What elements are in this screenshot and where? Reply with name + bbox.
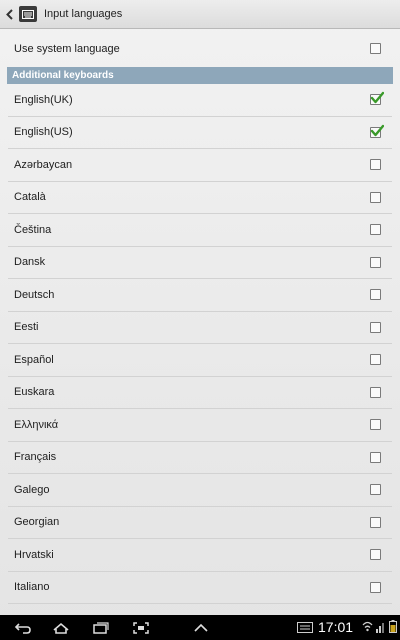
language-row[interactable]: Català [8, 182, 392, 214]
back-nav-button[interactable] [10, 615, 36, 640]
chevron-left-icon [5, 8, 13, 20]
language-checkbox[interactable] [370, 549, 381, 561]
language-label: English(UK) [14, 93, 73, 106]
signal-icon [376, 623, 384, 633]
expand-button[interactable] [188, 615, 214, 640]
language-row[interactable]: English(US) [8, 117, 392, 149]
use-system-language-label: Use system language [14, 42, 120, 55]
use-system-language-row[interactable]: Use system language [8, 30, 392, 67]
language-row[interactable]: Español [8, 344, 392, 377]
language-row[interactable]: Azərbaycan [8, 149, 392, 182]
language-label: Français [14, 451, 57, 464]
keyboard-status-icon [297, 622, 313, 633]
language-checkbox[interactable] [370, 354, 381, 366]
checkmark-icon [370, 92, 384, 104]
language-label: Euskara [14, 386, 55, 399]
language-row[interactable]: Čeština [8, 214, 392, 247]
settings-list: Use system language Additional keyboards… [0, 30, 400, 615]
language-row[interactable]: Hrvatski [8, 539, 392, 572]
language-label: Deutsch [14, 288, 55, 301]
keyboard-icon [19, 6, 37, 22]
language-checkbox[interactable] [370, 92, 384, 106]
language-checkbox[interactable] [370, 451, 381, 463]
language-checkbox[interactable] [370, 289, 381, 301]
language-checkbox[interactable] [370, 191, 381, 203]
language-label: Hrvatski [14, 548, 54, 561]
back-arrow-icon [14, 622, 31, 634]
screen-capture-icon [133, 621, 149, 634]
language-checkbox[interactable] [370, 159, 381, 171]
language-label: Español [14, 353, 54, 366]
language-row[interactable]: Galego [8, 474, 392, 507]
language-row[interactable]: Ελληνικά [8, 409, 392, 442]
action-bar: Input languages [0, 0, 400, 29]
language-checkbox[interactable] [370, 516, 381, 528]
language-checkbox[interactable] [370, 484, 381, 496]
status-clock: 17:01 [318, 619, 354, 635]
language-label: English(US) [14, 126, 73, 139]
language-label: Georgian [14, 516, 60, 529]
checkmark-icon [370, 124, 384, 136]
language-checkbox[interactable] [370, 581, 381, 593]
language-checkbox[interactable] [370, 386, 381, 398]
language-label: Čeština [14, 223, 52, 236]
battery-icon [389, 620, 397, 633]
back-button[interactable] [0, 0, 14, 29]
status-icons [362, 620, 397, 633]
language-label: Ελληνικά [14, 418, 59, 431]
language-label: Italiano [14, 581, 50, 594]
page-title: Input languages [44, 8, 123, 20]
language-row[interactable]: Euskara [8, 377, 392, 409]
use-system-language-checkbox[interactable] [370, 43, 381, 54]
home-nav-button[interactable] [48, 615, 74, 640]
recent-apps-button[interactable] [88, 615, 114, 640]
chevron-up-icon [194, 623, 208, 632]
language-row[interactable]: English(UK) [8, 84, 392, 117]
language-checkbox[interactable] [370, 419, 381, 431]
language-row[interactable]: Georgian [8, 507, 392, 539]
language-label: Eesti [14, 321, 39, 334]
language-label: Galego [14, 483, 50, 496]
system-nav-bar: 17:01 [0, 615, 400, 640]
recent-apps-icon [93, 621, 109, 634]
language-row[interactable]: Eesti [8, 312, 392, 344]
language-list: English(UK) English(US) Azərbaycan Català Če… [0, 84, 400, 604]
language-checkbox[interactable] [370, 124, 384, 138]
language-row[interactable]: Deutsch [8, 279, 392, 312]
language-checkbox[interactable] [370, 224, 381, 236]
language-label: Dansk [14, 256, 46, 269]
language-checkbox[interactable] [370, 321, 381, 333]
language-row[interactable]: Italiano [8, 572, 392, 604]
language-row[interactable]: Français [8, 442, 392, 474]
screenshot-button[interactable] [128, 615, 154, 640]
language-label: Azərbaycan [14, 158, 73, 171]
language-row[interactable]: Dansk [8, 247, 392, 279]
language-checkbox[interactable] [370, 256, 381, 268]
language-label: Català [14, 191, 46, 204]
additional-keyboards-header: Additional keyboards [7, 67, 393, 84]
wifi-icon [362, 621, 373, 632]
home-icon [53, 622, 69, 634]
